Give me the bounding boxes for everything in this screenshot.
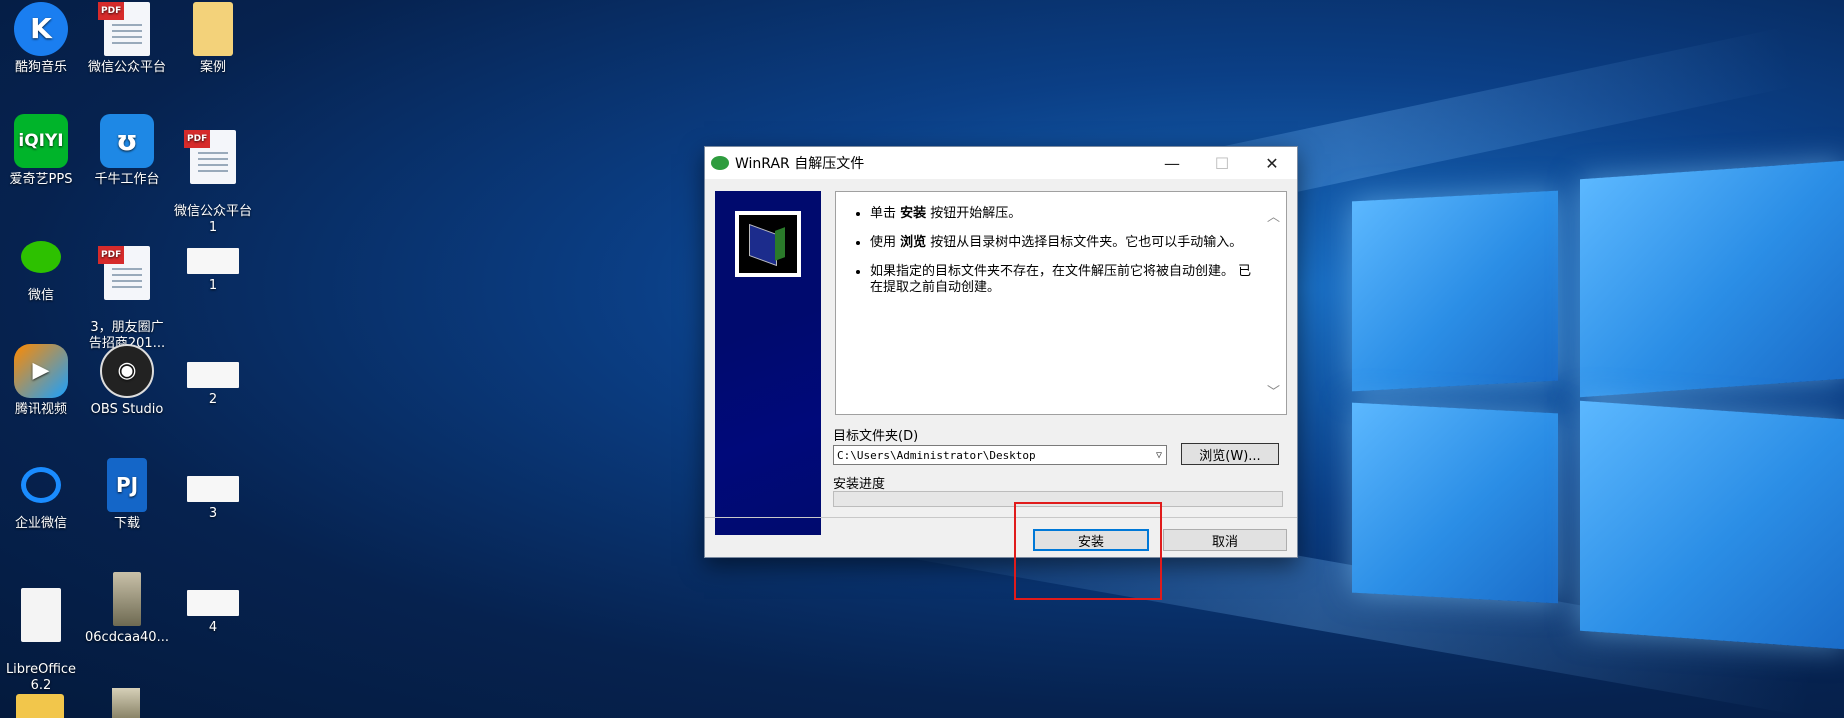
winrar-sfx-dialog: WinRAR 自解压文件 — ☐ ✕ 单击 安装 按钮开始解压。 使用 浏览 按…: [704, 146, 1298, 558]
desktop-icon-label: 06cdcaa40...: [85, 630, 169, 645]
instruction-item: 单击 安装 按钮开始解压。: [870, 206, 1256, 222]
desktop-icon[interactable]: LibreOffice 6.2: [0, 572, 84, 710]
desktop-icon-label: 案例: [199, 60, 226, 75]
image-thumbnail-icon: [187, 476, 239, 502]
desktop-icon-label: 千牛工作台: [94, 172, 160, 187]
wechat-icon: [14, 230, 68, 284]
video-thumbnail-icon: [113, 572, 141, 626]
desktop-icon[interactable]: PDF 微信公众平台: [84, 2, 170, 76]
scroll-up-icon[interactable]: ︿: [1267, 206, 1280, 225]
kugou-icon: K: [14, 2, 68, 56]
pdf-document-icon: PDF: [184, 130, 236, 184]
iqiyi-icon: iQIYI: [14, 114, 68, 168]
desktop-icon[interactable]: 06cdcaa40...: [84, 572, 170, 646]
desktop-icon-label: 腾讯视频: [14, 402, 67, 417]
desktop-icon-label: 微信公众平台: [87, 60, 166, 75]
destination-path-combobox[interactable]: C:\Users\Administrator\Desktop ▽: [833, 445, 1167, 465]
instruction-item: 使用 浏览 按钮从目录树中选择目标文件夹。它也可以手动输入。: [870, 235, 1256, 251]
desktop-icon[interactable]: ʊ 千牛工作台: [84, 114, 170, 188]
desktop-icon-partial[interactable]: [16, 694, 64, 718]
annotation-highlight-box: [1014, 502, 1162, 600]
cancel-button[interactable]: 取消: [1163, 529, 1287, 551]
desktop-icon-label: 3: [208, 506, 218, 521]
image-thumbnail-icon: [187, 362, 239, 388]
desktop-icon-label: 爱奇艺PPS: [9, 172, 73, 187]
desktop-icon[interactable]: 企业微信: [0, 458, 84, 532]
windows-logo-pane: [1352, 402, 1558, 604]
windows-logo-pane: [1580, 400, 1844, 650]
image-thumbnail-icon: [187, 248, 239, 274]
libreoffice-icon: [21, 588, 61, 642]
desktop-icon-label: 下载: [113, 516, 140, 531]
pdf-document-icon: PDF: [98, 2, 150, 56]
chevron-down-icon[interactable]: ▽: [1156, 446, 1162, 466]
desktop-icon[interactable]: ◉ OBS Studio: [84, 344, 170, 418]
image-thumbnail-icon: [187, 590, 239, 616]
desktop-icon[interactable]: 案例: [170, 2, 256, 76]
minimize-button[interactable]: —: [1147, 147, 1197, 179]
desktop-icon-label: 1: [208, 278, 218, 293]
obs-icon: ◉: [100, 344, 154, 398]
dialog-titlebar[interactable]: WinRAR 自解压文件 — ☐ ✕: [705, 147, 1297, 179]
desktop-icon[interactable]: ▶ 腾讯视频: [0, 344, 84, 418]
desktop-icon[interactable]: 1: [170, 230, 256, 294]
dialog-banner: [715, 191, 821, 535]
desktop-icon[interactable]: 3: [170, 458, 256, 522]
destination-path-value: C:\Users\Administrator\Desktop: [837, 449, 1036, 462]
wecom-icon: [14, 458, 68, 512]
destination-label: 目标文件夹(D): [833, 429, 919, 444]
browse-button[interactable]: 浏览(W)...: [1181, 443, 1279, 465]
dialog-title: WinRAR 自解压文件: [735, 156, 865, 172]
folder-icon: [193, 2, 233, 56]
desktop-icon[interactable]: 微信: [0, 230, 84, 304]
progress-label: 安装进度: [833, 477, 886, 492]
desktop-icon[interactable]: PJ 下载: [84, 458, 170, 532]
desktop-icon-label: 酷狗音乐: [14, 60, 67, 75]
instructions-box: 单击 安装 按钮开始解压。 使用 浏览 按钮从目录树中选择目标文件夹。它也可以手…: [835, 191, 1287, 415]
desktop-icon-label: 微信: [27, 288, 54, 303]
desktop-icon-label: LibreOffice 6.2: [5, 662, 77, 693]
windows-logo-pane: [1580, 160, 1844, 398]
desktop-icon-label: OBS Studio: [90, 402, 164, 417]
windows-logo-pane: [1352, 190, 1558, 392]
desktop-icon-label: 2: [208, 392, 218, 407]
desktop-icon[interactable]: K 酷狗音乐: [0, 2, 84, 76]
winrar-icon: [711, 156, 729, 170]
desktop-icon-partial[interactable]: [112, 688, 140, 718]
desktop-icon[interactable]: 2: [170, 344, 256, 408]
instruction-item: 如果指定的目标文件夹不存在，在文件解压前它将被自动创建。 已在提取之前自动创建。: [870, 264, 1256, 296]
desktop-icon[interactable]: 4: [170, 572, 256, 636]
close-button[interactable]: ✕: [1247, 147, 1297, 179]
download-app-icon: PJ: [107, 458, 147, 512]
qianniu-icon: ʊ: [100, 114, 154, 168]
desktop-icon-label: 4: [208, 620, 218, 635]
maximize-button: ☐: [1214, 153, 1230, 173]
winrar-logo-icon: [735, 211, 801, 277]
tencent-video-icon: ▶: [14, 344, 68, 398]
dialog-separator: [705, 517, 1297, 518]
scroll-down-icon[interactable]: ﹀: [1267, 381, 1280, 400]
desktop-icon-label: 企业微信: [14, 516, 67, 531]
pdf-document-icon: PDF: [98, 246, 150, 300]
desktop-icon[interactable]: iQIYI 爱奇艺PPS: [0, 114, 84, 188]
